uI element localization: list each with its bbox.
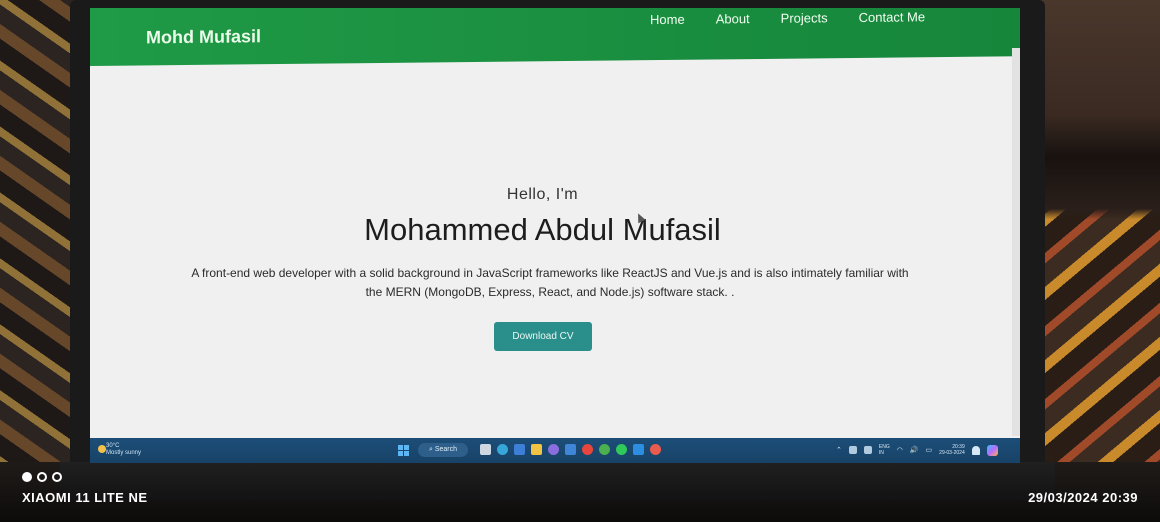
taskbar-clock[interactable]: 20:39 29-03-2024 (939, 444, 965, 456)
hero-section: Hello, I'm Mohammed Abdul Mufasil A fron… (90, 68, 1020, 438)
watermark-dot (52, 472, 62, 482)
background-blanket-left (0, 0, 80, 522)
weather-sun-icon[interactable] (98, 445, 106, 453)
laptop-screen: Mohd Mufasil Home About Projects Contact… (90, 8, 1020, 463)
camera-watermark-dots (22, 472, 62, 482)
hero-greeting: Hello, I'm (506, 186, 579, 203)
site-navbar: Mohd Mufasil Home About Projects Contact… (90, 8, 1020, 67)
windows-taskbar: 30°C Mostly sunny ⌕ Search ⌃ ENG IN ◠ 🔊 … (90, 438, 1020, 463)
nav-link-projects[interactable]: Projects (781, 10, 828, 25)
battery-icon[interactable]: ▭ (926, 446, 933, 454)
camera-device-label: XIAOMI 11 LITE NE (22, 490, 148, 505)
hero-description-line2: the MERN (MongoDB, Express, React, and N… (365, 285, 735, 299)
volume-icon[interactable]: 🔊 (910, 446, 919, 454)
app-icon-3[interactable] (599, 444, 610, 455)
watermark-dot (37, 472, 47, 482)
nav-links: Home About Projects Contact Me (650, 9, 956, 27)
taskbar-apps (480, 444, 661, 455)
copilot-icon[interactable] (986, 444, 998, 456)
download-cv-button[interactable]: Download CV (494, 322, 592, 351)
weather-desc: Mostly sunny (106, 450, 142, 456)
store-icon[interactable] (514, 444, 525, 455)
windows-start-icon[interactable] (398, 445, 409, 456)
search-icon: ⌕ (428, 446, 433, 453)
tray-app-icon[interactable] (848, 446, 857, 454)
app-icon[interactable] (548, 444, 559, 455)
chrome-icon[interactable] (582, 444, 593, 455)
wifi-icon[interactable]: ◠ (897, 446, 903, 454)
weather-widget[interactable]: 30°C Mostly sunny (106, 443, 141, 457)
edge-icon[interactable] (497, 444, 508, 455)
system-tray: ⌃ ENG IN ◠ 🔊 ▭ 20:39 29-03-2024 (836, 444, 998, 456)
nav-link-home[interactable]: Home (650, 12, 685, 27)
hero-description-line1: A front-end web developer with a solid b… (191, 266, 909, 280)
chevron-up-icon[interactable]: ⌃ (836, 446, 842, 454)
bell-icon[interactable] (971, 445, 980, 455)
app-icon-2[interactable] (565, 444, 576, 455)
site-brand[interactable]: Mohd Mufasil (146, 26, 261, 48)
hero-description: A front-end web developer with a solid b… (150, 264, 950, 302)
chrome-profile-icon[interactable] (650, 444, 661, 455)
camera-timestamp: 29/03/2024 20:39 (1028, 490, 1138, 505)
whatsapp-icon[interactable] (616, 444, 627, 455)
watermark-dot (22, 472, 32, 482)
task-view-icon[interactable] (480, 444, 491, 455)
language-indicator[interactable]: ENG IN (879, 444, 890, 456)
taskbar-search-label: Search (434, 446, 458, 453)
taskbar-search[interactable]: ⌕ Search (418, 443, 468, 457)
file-explorer-icon[interactable] (531, 444, 542, 455)
nav-link-contact[interactable]: Contact Me (859, 9, 925, 25)
laptop-base (60, 462, 1055, 502)
weather-temp: 30°C (106, 443, 120, 449)
nav-link-about[interactable]: About (716, 11, 750, 26)
vscode-icon[interactable] (633, 444, 644, 455)
hero-name: Mohammed Abdul Mufasil (364, 212, 721, 247)
tray-app-icon-2[interactable] (863, 446, 872, 454)
